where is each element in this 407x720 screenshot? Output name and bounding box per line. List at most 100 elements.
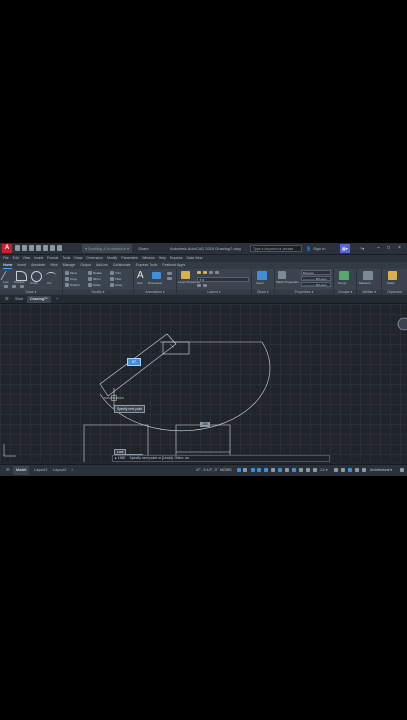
move-label[interactable]: Move: [70, 271, 77, 275]
layer-on-icon[interactable]: [197, 271, 201, 274]
mirror-icon[interactable]: [88, 277, 92, 281]
maximize-icon[interactable]: □: [385, 245, 392, 252]
match-properties-icon[interactable]: [278, 271, 286, 279]
layer-isolate-icon[interactable]: [203, 284, 207, 287]
model-tab[interactable]: Model: [13, 466, 30, 475]
menu-help[interactable]: Help: [159, 255, 166, 262]
fillet-label[interactable]: Fillet: [115, 277, 121, 281]
tab-output[interactable]: Output: [80, 262, 91, 269]
stretch-icon[interactable]: [65, 283, 69, 287]
line-icon[interactable]: [0, 271, 15, 280]
menu-modify[interactable]: Modify: [107, 255, 117, 262]
layout2-tab[interactable]: Layout2: [50, 466, 70, 475]
redo-icon[interactable]: [57, 245, 62, 251]
tab-collaborate[interactable]: Collaborate: [113, 262, 131, 269]
grid-icon[interactable]: [237, 468, 241, 472]
rotate-label[interactable]: Rotate: [93, 271, 102, 275]
dimension-icon[interactable]: [152, 272, 161, 279]
tab-featured-apps[interactable]: Featured Apps: [162, 262, 185, 269]
tab-insert[interactable]: Insert: [17, 262, 26, 269]
annotation-visibility-icon[interactable]: [299, 468, 303, 472]
rectangle-icon[interactable]: [4, 285, 8, 288]
ortho-icon[interactable]: [251, 468, 255, 472]
tab-annotate[interactable]: Annotate: [31, 262, 45, 269]
menu-view[interactable]: View: [23, 255, 31, 262]
menu-express[interactable]: Express: [170, 255, 183, 262]
tab-manage[interactable]: Manage: [63, 262, 76, 269]
insert-block-icon[interactable]: [257, 271, 267, 280]
menu-file[interactable]: File: [3, 255, 9, 262]
menu-window[interactable]: Window: [142, 255, 154, 262]
quick-properties-icon[interactable]: [355, 468, 359, 472]
dynamic-input-length[interactable]: 97: [127, 358, 141, 366]
save-icon[interactable]: [29, 245, 34, 251]
layout1-tab[interactable]: Layout1: [31, 466, 51, 475]
autocad-logo[interactable]: A: [2, 244, 12, 253]
units-icon[interactable]: [348, 468, 352, 472]
new-tab-button[interactable]: +: [53, 296, 61, 303]
move-icon[interactable]: [65, 271, 69, 275]
workspace-icon[interactable]: [334, 468, 338, 472]
layer-lock-icon[interactable]: [209, 271, 213, 274]
trim-label[interactable]: Trim: [115, 271, 121, 275]
new-file-icon[interactable]: [15, 245, 20, 251]
color-dropdown[interactable]: ByLayer: [301, 270, 331, 275]
print-icon[interactable]: [43, 245, 48, 251]
tab-view[interactable]: View: [50, 262, 58, 269]
paste-icon[interactable]: [388, 271, 397, 280]
rotate-icon[interactable]: [88, 271, 92, 275]
drawing-canvas[interactable]: 97 Specify next point 180 1185 Specify f…: [0, 304, 407, 462]
annotation-scale-icon[interactable]: [313, 468, 317, 472]
menu-insert[interactable]: Insert: [34, 255, 43, 262]
user-icon[interactable]: 👤: [306, 244, 311, 253]
scale-label[interactable]: Scale: [93, 283, 101, 287]
command-line[interactable]: ▸ LINE Specify next point or [Undo]: Ort…: [112, 455, 330, 462]
otrack-icon[interactable]: [271, 468, 275, 472]
menu-parametric[interactable]: Parametric: [121, 255, 138, 262]
fillet-icon[interactable]: [110, 277, 114, 281]
menu-tools[interactable]: Tools: [62, 255, 70, 262]
customize-icon[interactable]: [400, 468, 404, 472]
start-tab[interactable]: Start: [12, 296, 26, 303]
transparency-icon[interactable]: [285, 468, 289, 472]
osnap-icon[interactable]: [264, 468, 268, 472]
snap-icon[interactable]: [243, 468, 247, 472]
table-icon[interactable]: [167, 277, 172, 280]
annotation-monitor-icon[interactable]: [341, 468, 345, 472]
layer-color-icon[interactable]: [215, 271, 219, 274]
search-input[interactable]: Type a keyword or phrase: [250, 245, 302, 252]
mirror-label[interactable]: Mirror: [93, 277, 101, 281]
save-as-icon[interactable]: [36, 245, 41, 251]
scale-icon[interactable]: [88, 283, 92, 287]
sign-in-button[interactable]: Sign In: [313, 244, 325, 253]
tab-home[interactable]: Home: [3, 262, 13, 269]
copy-icon[interactable]: [65, 277, 69, 281]
trim-icon[interactable]: [110, 271, 114, 275]
undo-icon[interactable]: [50, 245, 55, 251]
arc-icon[interactable]: [46, 272, 56, 279]
measure-icon[interactable]: [363, 271, 373, 280]
stretch-label[interactable]: Stretch: [70, 283, 80, 287]
menu-dimension[interactable]: Dimension: [86, 255, 103, 262]
tab-express-tools[interactable]: Express Tools: [136, 262, 158, 269]
lineweight-dropdown[interactable]: ———— ByLayer: [301, 276, 331, 281]
lineweight-icon[interactable]: [278, 468, 282, 472]
layer-freeze-icon[interactable]: [203, 271, 207, 274]
close-icon[interactable]: ×: [396, 245, 403, 252]
ellipse-icon[interactable]: [20, 285, 24, 288]
layer-dropdown[interactable]: ☀ 0: [197, 277, 249, 282]
layer-properties-icon[interactable]: [181, 271, 190, 279]
menu-draw[interactable]: Draw: [74, 255, 82, 262]
workspace-switcher[interactable]: ▾ Drafting & Annotation ▾: [82, 244, 133, 253]
polar-icon[interactable]: [257, 468, 261, 472]
leader-icon[interactable]: [167, 272, 172, 275]
dynamic-input-angle[interactable]: 180: [200, 422, 210, 427]
isolate-objects-icon[interactable]: [362, 468, 366, 472]
drawing-tab[interactable]: Drawing7*: [27, 296, 51, 303]
minimize-icon[interactable]: –: [375, 245, 382, 252]
menu-format[interactable]: Format: [47, 255, 58, 262]
add-layout-button[interactable]: +: [68, 466, 76, 475]
hatch-icon[interactable]: [12, 285, 16, 288]
selection-cycling-icon[interactable]: [292, 468, 296, 472]
array-label[interactable]: Array: [115, 283, 122, 287]
